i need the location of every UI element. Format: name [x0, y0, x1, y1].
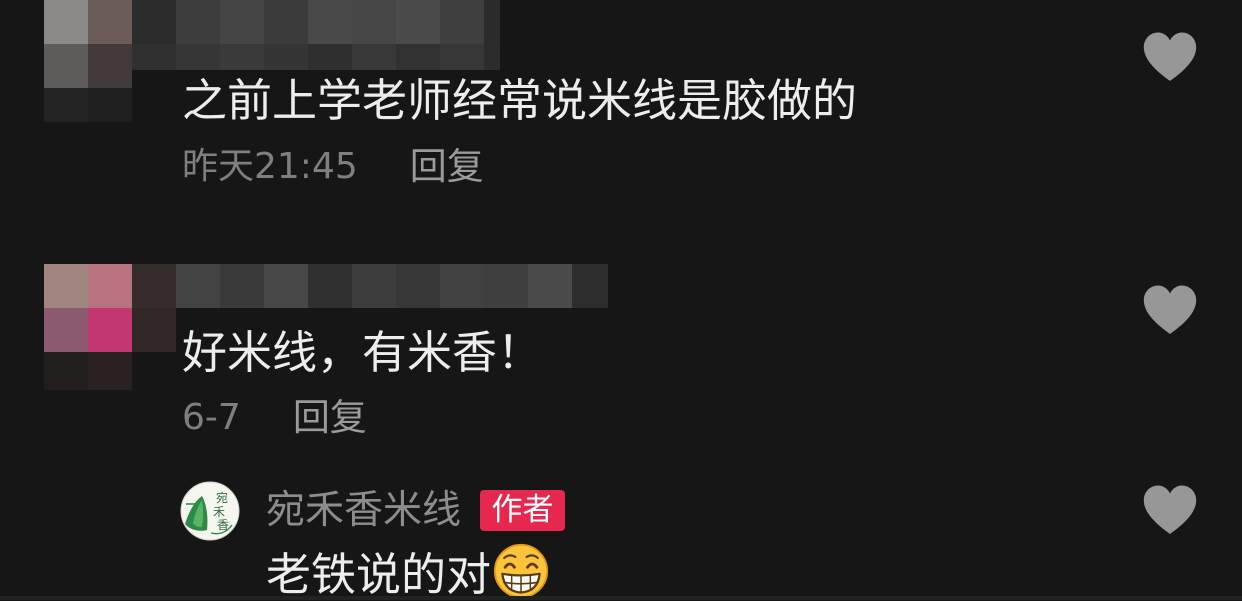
mosaic-cell [396, 264, 440, 308]
mosaic-cell [440, 44, 484, 70]
like-button[interactable] [1142, 485, 1198, 535]
mosaic-cell [484, 44, 500, 70]
like-button[interactable] [1142, 285, 1198, 335]
username-redacted[interactable] [176, 264, 608, 308]
mosaic-cell [88, 88, 132, 122]
mosaic-cell [308, 264, 352, 308]
mosaic-cell [484, 0, 500, 44]
bottom-divider [0, 596, 1242, 600]
mosaic-cell [264, 0, 308, 44]
reply-button[interactable]: 回复 [293, 399, 367, 437]
mosaic-cell [176, 0, 220, 44]
mosaic-cell [176, 264, 220, 308]
mosaic-cell [88, 264, 132, 308]
mosaic-cell [572, 264, 608, 308]
mosaic-cell [88, 0, 132, 44]
comment-meta: 6-7 回复 [182, 399, 367, 437]
comment-time: 6-7 [182, 397, 241, 438]
mosaic-cell [44, 0, 88, 44]
heart-icon [1143, 485, 1197, 534]
author-badge: 作者 [480, 490, 565, 531]
author-username[interactable]: 宛禾香米线 [266, 491, 461, 531]
logo-char: 宛 [216, 490, 228, 505]
mosaic-cell [396, 0, 440, 44]
mosaic-cell [220, 264, 264, 308]
mosaic-cell [44, 264, 88, 308]
mosaic-cell [528, 264, 572, 308]
username-redacted[interactable] [132, 0, 500, 70]
mosaic-cell [88, 44, 132, 88]
mosaic-cell [308, 44, 352, 70]
mosaic-cell [44, 88, 88, 122]
avatar[interactable] [44, 264, 176, 390]
mosaic-cell [396, 44, 440, 70]
mosaic-cell [308, 0, 352, 44]
mosaic-cell [352, 264, 396, 308]
avatar[interactable] [44, 0, 132, 122]
grin-emoji-icon [493, 543, 549, 599]
comment-panel: { "theme": { "background": "#161616", "t… [0, 0, 1242, 600]
comment-text: 好米线，有米香！ [182, 326, 543, 379]
mosaic-cell [44, 44, 88, 88]
mosaic-cell [132, 264, 176, 308]
like-button[interactable] [1142, 32, 1198, 82]
mosaic-cell [220, 44, 264, 70]
mosaic-cell [132, 308, 176, 352]
mosaic-cell [264, 264, 308, 308]
logo-char: 禾 [213, 505, 225, 519]
mosaic-cell [176, 44, 220, 70]
mosaic-cell [264, 44, 308, 70]
comment-meta: 昨天21:45 回复 [182, 148, 484, 186]
mosaic-cell [352, 0, 396, 44]
mosaic-cell [88, 352, 132, 390]
mosaic-cell [484, 264, 528, 308]
mosaic-cell [44, 308, 88, 352]
logo-char: 香 [217, 518, 229, 532]
heart-icon [1143, 32, 1197, 81]
heart-icon [1143, 285, 1197, 334]
mosaic-cell [440, 264, 484, 308]
mosaic-cell [132, 0, 176, 44]
reply-button[interactable]: 回复 [410, 148, 484, 186]
mosaic-cell [352, 44, 396, 70]
comment-time: 昨天21:45 [182, 146, 358, 187]
author-avatar[interactable]: 宛 禾 香 [180, 481, 240, 541]
brand-logo-icon: 宛 禾 香 [180, 481, 240, 541]
reply-text: 老铁说的对 [266, 548, 492, 601]
mosaic-cell [440, 0, 484, 44]
grin-emoji [493, 543, 549, 599]
mosaic-cell [220, 0, 264, 44]
mosaic-cell [132, 44, 176, 70]
mosaic-cell [44, 352, 88, 390]
comment-text: 之前上学老师经常说米线是胶做的 [182, 74, 858, 127]
mosaic-cell [132, 352, 176, 390]
mosaic-cell [88, 308, 132, 352]
